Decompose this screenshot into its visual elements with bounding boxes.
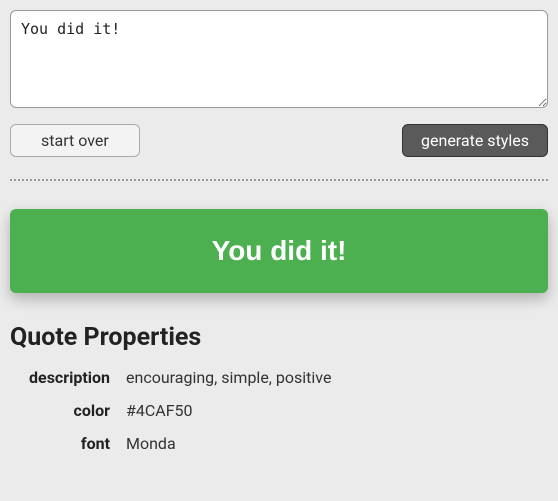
properties-table: description encouraging, simple, positiv… — [10, 368, 548, 453]
section-divider — [10, 179, 548, 181]
prop-label: color — [10, 401, 110, 420]
start-over-button[interactable]: start over — [10, 124, 140, 157]
generate-styles-button[interactable]: generate styles — [402, 124, 548, 157]
prop-label: font — [10, 434, 110, 453]
prop-value: Monda — [126, 434, 548, 453]
prop-value: encouraging, simple, positive — [126, 368, 548, 387]
quote-input[interactable] — [10, 10, 548, 108]
properties-heading: Quote Properties — [10, 323, 548, 352]
prop-label: description — [10, 368, 110, 387]
prop-value: #4CAF50 — [126, 401, 548, 420]
quote-preview: You did it! — [10, 209, 548, 293]
button-row: start over generate styles — [10, 124, 548, 157]
